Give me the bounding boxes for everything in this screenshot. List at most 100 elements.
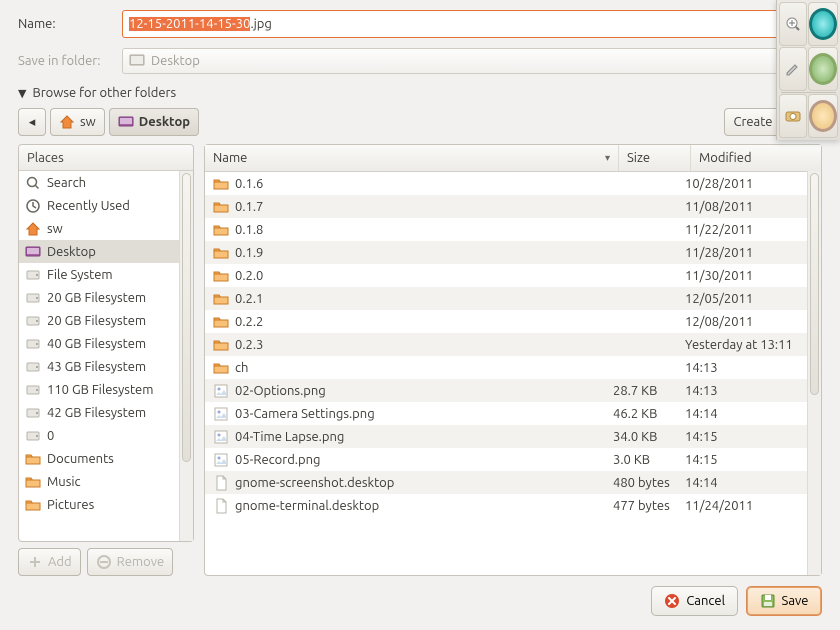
places-item[interactable]: sw: [19, 217, 193, 240]
browse-expander[interactable]: ▼ Browse for other folders: [18, 86, 822, 100]
magnifier-plus-icon: [785, 16, 801, 32]
places-item-label: 20 GB Filesystem: [47, 291, 146, 305]
camera-icon: [785, 105, 801, 127]
scroll-thumb[interactable]: [182, 173, 191, 462]
file-row[interactable]: 04-Time Lapse.png34.0 KB14:15: [205, 425, 821, 448]
places-header[interactable]: Places: [19, 145, 193, 171]
file-modified: 12/05/2011: [677, 292, 821, 306]
places-item[interactable]: Desktop: [19, 240, 193, 263]
breadcrumb-sw[interactable]: sw: [50, 108, 105, 136]
folder-icon: [25, 474, 41, 490]
launcher-app-2[interactable]: [808, 47, 838, 91]
col-modified[interactable]: Modified: [691, 145, 821, 171]
breadcrumb-desktop[interactable]: Desktop: [109, 108, 199, 136]
filelist-scrollbar[interactable]: [807, 171, 821, 575]
save-in-label: Save in folder:: [18, 54, 122, 68]
chevron-down-icon: ▼: [18, 87, 26, 100]
file-name: 05-Record.png: [235, 453, 321, 467]
drive-icon: [25, 267, 41, 283]
file-name: 0.2.2: [235, 315, 263, 329]
places-item[interactable]: Music: [19, 470, 193, 493]
folder-icon: [213, 360, 229, 376]
add-place-button[interactable]: Add: [18, 548, 81, 576]
file-size: 46.2 KB: [605, 407, 677, 421]
places-item-label: Search: [47, 176, 86, 190]
places-item[interactable]: Pictures: [19, 493, 193, 516]
places-item-label: 40 GB Filesystem: [47, 337, 146, 351]
places-item[interactable]: 40 GB Filesystem: [19, 332, 193, 355]
places-item[interactable]: Recently Used: [19, 194, 193, 217]
file-row[interactable]: gnome-screenshot.desktop480 bytes14:14: [205, 471, 821, 494]
folder-icon: [213, 268, 229, 284]
pathbar: ◂ sw Desktop Create Folder: [18, 108, 822, 136]
places-item-label: Music: [47, 475, 81, 489]
file-row[interactable]: 02-Options.png28.7 KB14:13: [205, 379, 821, 402]
file-row[interactable]: 0.1.610/28/2011: [205, 172, 821, 195]
col-size[interactable]: Size: [619, 145, 691, 171]
filelist-header: Name ▾ Size Modified: [205, 145, 821, 172]
file-icon: [213, 475, 229, 491]
places-item[interactable]: Search: [19, 171, 193, 194]
file-row[interactable]: 03-Camera Settings.png46.2 KB14:14: [205, 402, 821, 425]
places-item-label: 110 GB Filesystem: [47, 383, 153, 397]
drive-icon: [25, 405, 41, 421]
places-item[interactable]: 0: [19, 424, 193, 447]
file-row[interactable]: 0.1.811/22/2011: [205, 218, 821, 241]
plus-icon: [27, 554, 43, 570]
file-name: 0.2.1: [235, 292, 263, 306]
filename-selected: 12-15-2011-14-15-30: [129, 17, 250, 31]
col-name[interactable]: Name ▾: [205, 145, 619, 171]
cancel-button[interactable]: Cancel: [651, 586, 738, 616]
launcher-zoom[interactable]: [779, 2, 807, 46]
places-item-label: 20 GB Filesystem: [47, 314, 146, 328]
save-dialog: Name: 12-15-2011-14-15-30.jpg Save in fo…: [0, 0, 840, 630]
drive-icon: [25, 290, 41, 306]
places-item[interactable]: 20 GB Filesystem: [19, 286, 193, 309]
circle-icon: [809, 8, 837, 40]
filename-input[interactable]: 12-15-2011-14-15-30.jpg: [122, 10, 822, 38]
file-row[interactable]: 0.2.212/08/2011: [205, 310, 821, 333]
launcher-app-3[interactable]: [808, 94, 838, 138]
places-list: Search Recently Used sw Desktop File System 2…: [19, 171, 193, 541]
home-icon: [25, 221, 41, 237]
back-button[interactable]: ◂: [18, 108, 46, 136]
launcher-draw[interactable]: [779, 47, 807, 91]
save-in-row: Save in folder: Desktop: [18, 48, 822, 74]
filelist-body[interactable]: 0.1.610/28/20110.1.711/08/20110.1.811/22…: [205, 172, 821, 575]
remove-place-button[interactable]: Remove: [87, 548, 174, 576]
scroll-thumb[interactable]: [810, 173, 819, 395]
file-size: 477 bytes: [605, 499, 677, 513]
file-row[interactable]: 0.2.1 12/05/2011: [205, 287, 821, 310]
file-row[interactable]: gnome-terminal.desktop477 bytes11/24/201…: [205, 494, 821, 517]
file-row[interactable]: 0.2.3Yesterday at 13:11: [205, 333, 821, 356]
desktop-icon: [118, 114, 134, 130]
places-item[interactable]: File System: [19, 263, 193, 286]
folder-icon: [213, 222, 229, 238]
file-row[interactable]: 05-Record.png3.0 KB14:15: [205, 448, 821, 471]
places-item[interactable]: 43 GB Filesystem: [19, 355, 193, 378]
launcher-app-1[interactable]: [808, 2, 838, 46]
folder-icon: [25, 451, 41, 467]
minus-circle-icon: [96, 554, 112, 570]
circle-icon: [809, 53, 837, 85]
launcher-camera[interactable]: [779, 94, 807, 138]
places-item-label: File System: [47, 268, 113, 282]
file-row[interactable]: 0.1.911/28/2011: [205, 241, 821, 264]
places-item-label: Desktop: [47, 245, 96, 259]
file-row[interactable]: ch14:13: [205, 356, 821, 379]
save-button[interactable]: Save: [746, 586, 822, 616]
places-item-label: Recently Used: [47, 199, 130, 213]
file-modified: 11/30/2011: [677, 269, 821, 283]
file-modified: 11/24/2011: [677, 499, 821, 513]
file-name: 0.2.0: [235, 269, 263, 283]
folder-icon: [213, 199, 229, 215]
file-name: 0.2.3: [235, 338, 263, 352]
places-item[interactable]: 20 GB Filesystem: [19, 309, 193, 332]
file-row[interactable]: 0.1.711/08/2011: [205, 195, 821, 218]
places-item[interactable]: 42 GB Filesystem: [19, 401, 193, 424]
places-item[interactable]: 110 GB Filesystem: [19, 378, 193, 401]
save-in-selector[interactable]: Desktop: [122, 48, 822, 74]
places-item[interactable]: Documents: [19, 447, 193, 470]
file-row[interactable]: 0.2.0 11/30/2011: [205, 264, 821, 287]
places-scrollbar[interactable]: [179, 171, 193, 541]
